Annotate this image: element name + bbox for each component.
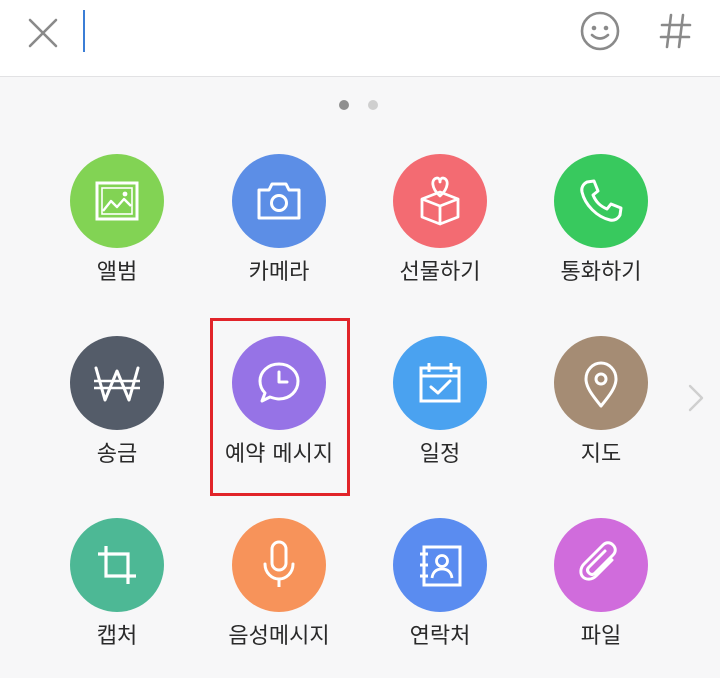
contact-card-icon <box>420 545 462 587</box>
gift-button[interactable] <box>393 154 487 248</box>
paperclip-icon <box>579 541 617 581</box>
menu-item-label: 캡처 <box>96 624 138 649</box>
map-button[interactable] <box>554 336 648 430</box>
menu-item-label: 선물하기 <box>399 260 481 285</box>
calendar-check-icon <box>419 363 461 403</box>
menu-item-label: 연락처 <box>409 624 471 649</box>
camera-icon <box>257 182 301 220</box>
next-page-button[interactable] <box>684 380 708 416</box>
menu-item-label: 송금 <box>96 442 138 467</box>
call-button[interactable] <box>554 154 648 248</box>
calendar-button[interactable] <box>393 336 487 430</box>
menu-item-capture[interactable]: 캡처 <box>47 518 187 678</box>
menu-item-camera[interactable]: 카메라 <box>209 154 349 314</box>
menu-item-label: 음성메시지 <box>228 624 330 649</box>
voice-message-button[interactable] <box>232 518 326 612</box>
microphone-icon <box>263 540 295 587</box>
map-pin-icon <box>584 361 618 408</box>
camera-button[interactable] <box>232 154 326 248</box>
menu-item-label: 카메라 <box>248 260 310 285</box>
chevron-right-icon <box>688 384 704 412</box>
menu-item-voice-message[interactable]: 음성메시지 <box>209 518 349 678</box>
capture-button[interactable] <box>70 518 164 612</box>
schedule-message-button[interactable] <box>232 336 326 430</box>
attachment-menu-grid: 앨범 카메라 선물하기 통화하기 송금 예약 메시지 일정 지도 캡처 음성메시… <box>0 0 720 664</box>
menu-item-contacts[interactable]: 연락처 <box>370 518 510 678</box>
menu-item-transfer[interactable]: 송금 <box>47 336 187 496</box>
menu-item-label: 예약 메시지 <box>224 442 334 467</box>
clock-message-icon <box>258 362 300 403</box>
won-icon <box>94 366 140 402</box>
menu-item-label: 앨범 <box>96 260 138 285</box>
menu-item-calendar[interactable]: 일정 <box>370 336 510 496</box>
gift-box-icon <box>420 176 460 226</box>
contacts-button[interactable] <box>393 518 487 612</box>
menu-item-label: 파일 <box>580 624 622 649</box>
phone-icon <box>580 179 623 222</box>
menu-item-label: 통화하기 <box>560 260 642 285</box>
menu-item-call[interactable]: 통화하기 <box>531 154 671 314</box>
menu-item-schedule-message[interactable]: 예약 메시지 <box>209 336 349 496</box>
transfer-button[interactable] <box>70 336 164 430</box>
menu-item-label: 지도 <box>580 442 622 467</box>
menu-item-file[interactable]: 파일 <box>531 518 671 678</box>
menu-item-album[interactable]: 앨범 <box>47 154 187 314</box>
menu-item-map[interactable]: 지도 <box>531 336 671 496</box>
album-button[interactable] <box>70 154 164 248</box>
menu-item-label: 일정 <box>419 442 461 467</box>
image-icon <box>95 181 139 221</box>
crop-icon <box>98 546 136 584</box>
menu-item-gift[interactable]: 선물하기 <box>370 154 510 314</box>
file-button[interactable] <box>554 518 648 612</box>
